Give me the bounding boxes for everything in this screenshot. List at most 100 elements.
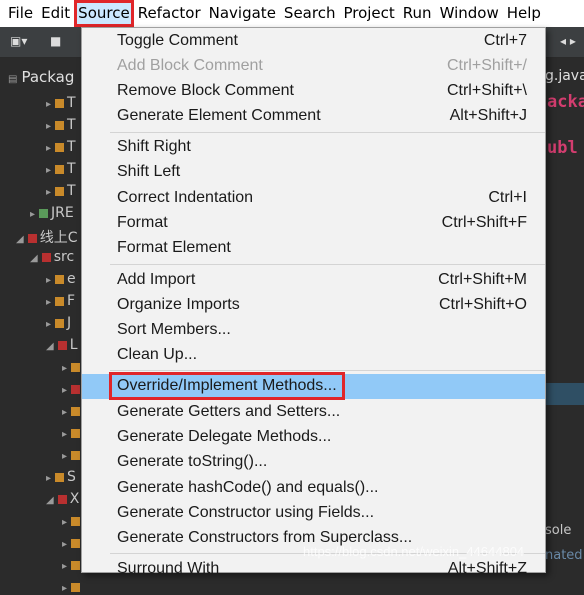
collapse-arrow-icon: ◢ [46,341,54,352]
class-icon [55,120,65,130]
menu-item-generate-constructor-fields[interactable]: Generate Constructor using Fields... [82,501,545,526]
editor-current-line [545,383,584,405]
tree-item[interactable]: ▸ e [46,271,76,287]
tree-item[interactable]: ▸ T [46,161,76,177]
menu-run[interactable]: Run [399,0,436,27]
class-icon [55,142,65,152]
tree-item[interactable]: ▸ [62,381,83,397]
menu-separator [110,132,545,133]
package-icon [55,274,65,284]
menu-item-override-implement-methods[interactable]: Override/Implement Methods... [82,372,545,400]
expand-arrow-icon: ▸ [62,583,68,594]
menu-search[interactable]: Search [280,0,340,27]
expand-arrow-icon: ▸ [46,319,52,330]
package-icon [55,318,65,328]
class-icon [55,98,65,108]
menu-file[interactable]: File [0,0,37,27]
menu-navigate[interactable]: Navigate [205,0,280,27]
expand-arrow-icon: ▸ [46,165,52,176]
tree-item[interactable]: ▸ S [46,469,76,485]
menu-item-sort-members[interactable]: Sort Members... [82,318,545,343]
menu-item-format[interactable]: Format Ctrl+Shift+F [82,211,545,236]
expand-arrow-icon: ▸ [62,429,68,440]
tree-item[interactable]: ▸ [62,557,83,573]
menu-bar: File Edit Source Refactor Navigate Searc… [0,0,584,27]
menu-source[interactable]: Source [74,0,134,27]
tree-item[interactable]: ▸ [62,579,83,595]
menu-help[interactable]: Help [503,0,545,27]
source-folder-icon [41,252,51,262]
package-icon: ▤ [8,74,18,85]
menu-separator [110,370,545,371]
library-icon [39,208,49,218]
expand-arrow-icon: ▸ [46,473,52,484]
tree-item[interactable]: ▸ [62,425,83,441]
menu-item-add-import[interactable]: Add Import Ctrl+Shift+M [82,268,545,293]
menu-item-generate-tostring[interactable]: Generate toString()... [82,450,545,475]
menu-item-generate-hashcode-equals[interactable]: Generate hashCode() and equals()... [82,476,545,501]
code-keyword: ubl [547,138,578,158]
menu-edit[interactable]: Edit [37,0,74,27]
expand-arrow-icon: ▸ [62,407,68,418]
collapse-arrow-icon: ◢ [16,234,24,245]
watermark: https://blog.csdn.net/weixin_44644804 [303,544,525,559]
class-icon [71,560,81,570]
tree-item[interactable]: ▸ [62,403,83,419]
tree-item[interactable]: ▸ F [46,293,75,309]
menu-item-remove-block-comment[interactable]: Remove Block Comment Ctrl+Shift+\ [82,79,545,104]
menu-project[interactable]: Project [339,0,398,27]
save-icon[interactable]: ■ [50,34,61,48]
code-editor[interactable]: g.java acka ubl sole nated [545,58,584,573]
tree-item[interactable]: ▸ [62,359,83,375]
tree-item[interactable]: ◢ L [46,337,78,353]
expand-arrow-icon: ▸ [46,121,52,132]
expand-arrow-icon: ▸ [46,275,52,286]
menu-item-add-block-comment: Add Block Comment Ctrl+Shift+/ [117,57,527,74]
tree-item[interactable]: ▸ T [46,117,76,133]
menu-item-generate-getters-setters[interactable]: Generate Getters and Setters... [82,400,545,425]
editor-tab[interactable]: g.java [545,68,584,84]
new-icon[interactable]: ▣▾ [10,34,27,48]
tree-item[interactable]: ▸ [62,535,83,551]
class-icon [71,538,81,548]
console-tab[interactable]: sole [545,523,571,538]
expand-arrow-icon: ▸ [46,143,52,154]
tree-item[interactable]: ▸ T [46,139,76,155]
tree-item-src[interactable]: ◢ src [30,249,74,265]
package-icon [57,340,67,350]
class-icon [71,384,81,394]
tree-item-jre[interactable]: ▸ JRE [30,205,74,221]
tree-item[interactable]: ▸ T [46,95,76,111]
class-icon [71,428,81,438]
menu-window[interactable]: Window [436,0,503,27]
menu-refactor[interactable]: Refactor [134,0,205,27]
tree-item[interactable]: ▸ T [46,183,76,199]
tree-item[interactable]: ▸ [62,447,83,463]
package-explorer-title[interactable]: ▤ Packag [8,68,74,86]
menu-item-surround-with[interactable]: Surround With Alt+Shift+Z [82,557,545,582]
menu-item-correct-indentation[interactable]: Correct Indentation Ctrl+I [82,186,545,211]
menu-item-toggle-comment[interactable]: Toggle Comment Ctrl+7 [82,29,545,54]
menu-item-generate-element-comment[interactable]: Generate Element Comment Alt+Shift+J [82,104,545,129]
code-keyword: acka [547,92,584,112]
toolbar-more-icon[interactable]: ◂ ▸ [560,34,576,48]
menu-item-shift-left[interactable]: Shift Left [82,160,545,185]
menu-item-format-element[interactable]: Format Element [82,236,545,261]
tree-item-project[interactable]: ◢ 线上C [16,227,77,247]
expand-arrow-icon: ▸ [62,451,68,462]
menu-item-generate-delegate-methods[interactable]: Generate Delegate Methods... [82,425,545,450]
expand-arrow-icon: ▸ [62,561,68,572]
menu-item-clean-up[interactable]: Clean Up... [82,343,545,368]
expand-arrow-icon: ▸ [62,385,68,396]
expand-arrow-icon: ▸ [46,297,52,308]
collapse-arrow-icon: ◢ [46,495,54,506]
expand-arrow-icon: ▸ [30,209,36,220]
menu-item-organize-imports[interactable]: Organize Imports Ctrl+Shift+O [82,293,545,318]
menu-item-shift-right[interactable]: Shift Right [82,135,545,160]
source-menu: Toggle Comment Ctrl+7 Add Block Comment Ct… [81,27,546,577]
tree-item[interactable]: ◢ X [46,491,79,507]
menu-separator [110,264,545,265]
tree-item[interactable]: ▸ [62,513,83,529]
expand-arrow-icon: ▸ [46,187,52,198]
tree-item[interactable]: ▸ J [46,315,71,331]
